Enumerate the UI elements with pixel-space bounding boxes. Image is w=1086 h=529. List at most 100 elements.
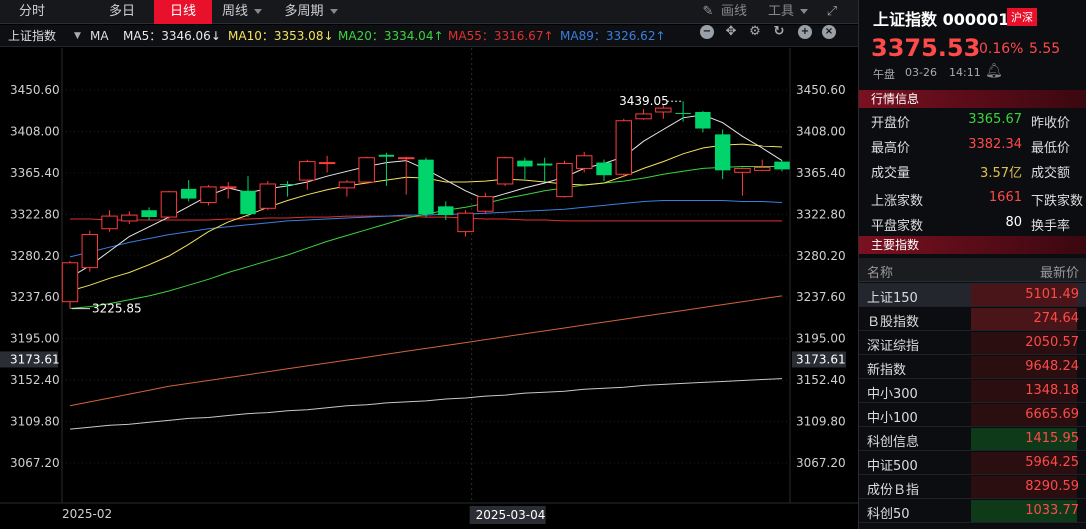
index-row[interactable]: 科创信息 1415.95 — [859, 427, 1086, 451]
tab-label: 日线 — [169, 4, 196, 19]
draw-line-button[interactable]: 画线 — [716, 0, 752, 24]
quote-label: 平盘家数 — [871, 219, 924, 234]
y-tick-label-left: 3152.40 — [10, 373, 60, 387]
y-tick-label-right: 3195.00 — [796, 332, 846, 346]
quote-label-secondary: 最低价 — [1031, 141, 1071, 156]
tab-period-2[interactable]: 日线 — [154, 0, 212, 24]
tab-period-3[interactable]: 周线 — [214, 0, 270, 24]
quote-value: 80 — [1005, 215, 1022, 230]
candle-body — [358, 157, 375, 183]
candle-body — [754, 166, 771, 171]
candle-body — [61, 262, 79, 303]
index-row[interactable]: 深证综指 2050.57 — [859, 331, 1086, 355]
y-tick-label-left: 3280.20 — [10, 249, 60, 263]
period-toolbar: 分时 多日 日线 周线 多周期 ✎ 画线 工具 ⤢ — [0, 0, 858, 24]
y-tick-label-right: 3365.40 — [796, 166, 846, 180]
tab-period-4[interactable]: 多周期 — [276, 0, 346, 24]
index-price: 5101.49 — [1025, 287, 1079, 302]
change-value: 5.55 — [1029, 41, 1061, 57]
pencil-icon[interactable]: ✎ — [700, 4, 716, 20]
ma-dropdown-icon[interactable]: ▼ — [74, 25, 81, 47]
candle-body — [141, 210, 157, 218]
low-annotation: 3225.85 — [92, 302, 142, 316]
candle-body — [517, 160, 533, 167]
candle-body — [121, 214, 138, 222]
candle-body — [101, 215, 118, 230]
y-tick-label-right: 3152.40 — [796, 373, 846, 387]
candle-body — [81, 234, 98, 269]
index-section-header: 主要指数 — [859, 236, 1086, 254]
index-name: 上证150 — [867, 291, 918, 306]
candle-body — [496, 157, 514, 185]
tab-period-1[interactable]: 多日 — [94, 0, 150, 24]
col-price[interactable]: 最新价 — [1040, 262, 1079, 281]
quote-label-secondary: 下跌家数 — [1031, 194, 1084, 209]
y-tick-label-left: 3237.60 — [10, 290, 60, 304]
tab-label: 多周期 — [284, 4, 324, 19]
kline-chart[interactable]: 3450.60 3450.60 3408.00 3408.00 3365.40 3365.… — [0, 48, 858, 529]
close-icon[interactable]: × — [822, 25, 836, 39]
candle-body — [596, 162, 612, 176]
candle-body — [180, 188, 197, 199]
ma89-value: MA89：3326.62↑ — [560, 29, 666, 43]
index-row[interactable]: 新指数 9648.24 — [859, 355, 1086, 379]
index-row[interactable]: 上证150 5101.49 — [859, 283, 1086, 307]
index-name: 中证500 — [867, 459, 918, 474]
index-row[interactable]: 中证500 5964.25 — [859, 451, 1086, 475]
tab-period-0[interactable]: 分时 — [4, 0, 60, 24]
index-name: Ｂ股指数 — [867, 315, 920, 330]
move-icon[interactable]: ✥ — [724, 25, 738, 39]
ma-label[interactable]: MA — [90, 25, 109, 47]
quote-value: 3382.34 — [968, 137, 1022, 152]
index-name: 深证综指 — [867, 339, 920, 354]
x-label-start: 2025-02 — [62, 507, 112, 521]
quote-label-secondary: 昨收价 — [1031, 116, 1071, 131]
index-row[interactable]: 科创50 1033.77 — [859, 499, 1086, 523]
candle-body — [457, 212, 474, 233]
y-tick-label-left: 3408.00 — [10, 124, 60, 138]
y-tick-label-left: 3322.80 — [10, 207, 60, 221]
y-tick-label-right: 3280.20 — [796, 249, 846, 263]
bell-icon[interactable]: 🔔︎ — [985, 63, 1003, 79]
candle-body — [220, 186, 237, 189]
y-tick-label-left: 3450.60 — [10, 83, 60, 97]
y-tick-label-right: 3067.20 — [796, 456, 846, 470]
session-label: 午盘 — [873, 68, 895, 81]
y-tick-label-right: 3237.60 — [796, 290, 846, 304]
index-name: 科创信息 — [867, 435, 920, 450]
quote-time: 14:11 — [949, 66, 981, 79]
candle-body — [536, 163, 553, 166]
tools-menu[interactable]: 工具 — [760, 0, 816, 24]
index-name: 成份Ｂ指 — [867, 483, 920, 498]
quote-label-secondary: 换手率 — [1031, 219, 1071, 234]
candle-body — [378, 154, 395, 157]
candle-body — [615, 120, 632, 175]
candle-body — [576, 155, 593, 169]
plus-icon[interactable]: + — [798, 25, 812, 39]
high-annotation: 3439.05 — [619, 94, 669, 108]
quote-label: 最高价 — [871, 141, 911, 156]
quote-value: 3.57亿 — [980, 166, 1022, 181]
gear-icon[interactable]: ⚙ — [748, 25, 762, 39]
index-row[interactable]: Ｂ股指数 274.64 — [859, 307, 1086, 331]
ma20-value: MA20：3334.04↑ — [338, 29, 444, 43]
candle-body — [279, 183, 296, 185]
candle-body — [556, 163, 573, 198]
index-row[interactable]: 成份Ｂ指 8290.59 — [859, 475, 1086, 499]
col-name[interactable]: 名称 — [867, 262, 893, 281]
index-price: 2050.57 — [1025, 335, 1079, 350]
index-row[interactable]: 中小100 6665.69 — [859, 403, 1086, 427]
current-price-label-left: 3173.61 — [10, 352, 60, 366]
y-tick-label-right: 3322.80 — [796, 207, 846, 221]
index-price: 274.64 — [1033, 311, 1080, 326]
candle-body — [318, 162, 336, 165]
refresh-icon[interactable]: ↻ — [772, 25, 786, 39]
minus-icon[interactable]: − — [700, 25, 714, 39]
candle-body — [418, 159, 434, 215]
fullscreen-icon[interactable]: ⤢ — [824, 4, 840, 20]
index-name: 中小100 — [867, 411, 918, 426]
index-row[interactable]: 中小300 1348.18 — [859, 379, 1086, 403]
y-tick-label-right: 3109.80 — [796, 415, 846, 429]
quote-label: 成交量 — [871, 166, 911, 181]
index-price: 6665.69 — [1025, 407, 1079, 422]
